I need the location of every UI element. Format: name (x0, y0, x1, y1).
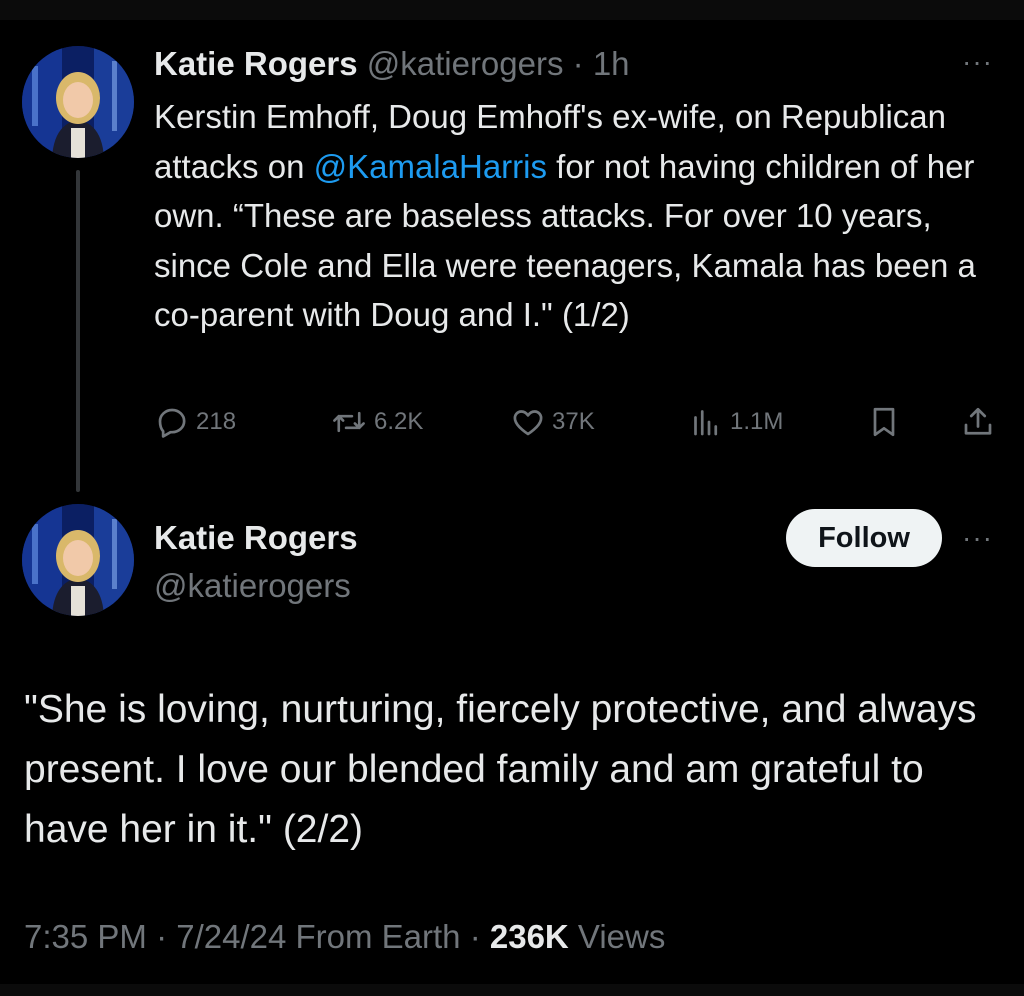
top-bar (0, 0, 1024, 20)
more-options-icon[interactable]: ··· (962, 48, 993, 76)
avatar[interactable] (22, 504, 134, 616)
tweet1-text: Kerstin Emhoff, Doug Emhoff's ex-wife, o… (154, 92, 984, 340)
author-name[interactable]: Katie Rogers (154, 516, 358, 560)
repost-count: 6.2K (374, 408, 424, 435)
views-label: Views (568, 918, 666, 955)
like-icon (513, 410, 543, 436)
reply-count: 218 (196, 408, 237, 435)
views-icon (694, 410, 718, 436)
bookmark-icon (873, 407, 895, 437)
tweet2-text: "She is loving, nurturing, fiercely prot… (24, 688, 977, 851)
tweet1-action-bar: 218 6.2K 37K 1.1M (154, 404, 1004, 448)
timestamp[interactable]: 7:35 PM · 7/24/24 From Earth · (24, 918, 490, 955)
tweet-time[interactable]: · 1h (573, 45, 630, 82)
reply-button[interactable]: 218 (154, 404, 236, 440)
more-options-icon[interactable]: ··· (962, 524, 993, 552)
avatar-image (22, 504, 134, 616)
reply-icon (158, 408, 186, 438)
thread-connector-line (76, 170, 80, 492)
share-button[interactable] (960, 404, 996, 440)
repost-button[interactable]: 6.2K (330, 404, 423, 440)
like-count: 37K (552, 408, 595, 435)
share-icon (964, 407, 992, 435)
repost-icon (333, 411, 365, 433)
avatar[interactable] (22, 46, 134, 158)
views-count: 1.1M (730, 408, 784, 435)
author-name[interactable]: Katie Rogers (154, 45, 358, 82)
author-handle[interactable]: @katierogers (154, 564, 351, 608)
tweet1-header: Katie Rogers @katierogers · 1h (154, 42, 630, 86)
views-button[interactable]: 1.1M (688, 404, 783, 440)
bottom-bar (0, 984, 1024, 996)
follow-button[interactable]: Follow (786, 509, 942, 567)
bookmark-button[interactable] (866, 404, 902, 440)
like-button[interactable]: 37K (510, 404, 595, 440)
author-handle[interactable]: @katierogers (367, 45, 564, 82)
avatar-image (22, 46, 134, 158)
views-total: 236K (489, 918, 569, 955)
mention-link[interactable]: @KamalaHarris (314, 148, 547, 185)
tweet-thread-view: Katie Rogers @katierogers · 1h ··· Kerst… (0, 0, 1024, 996)
tweet-metadata: 7:35 PM · 7/24/24 From Earth · 236K View… (24, 912, 665, 962)
